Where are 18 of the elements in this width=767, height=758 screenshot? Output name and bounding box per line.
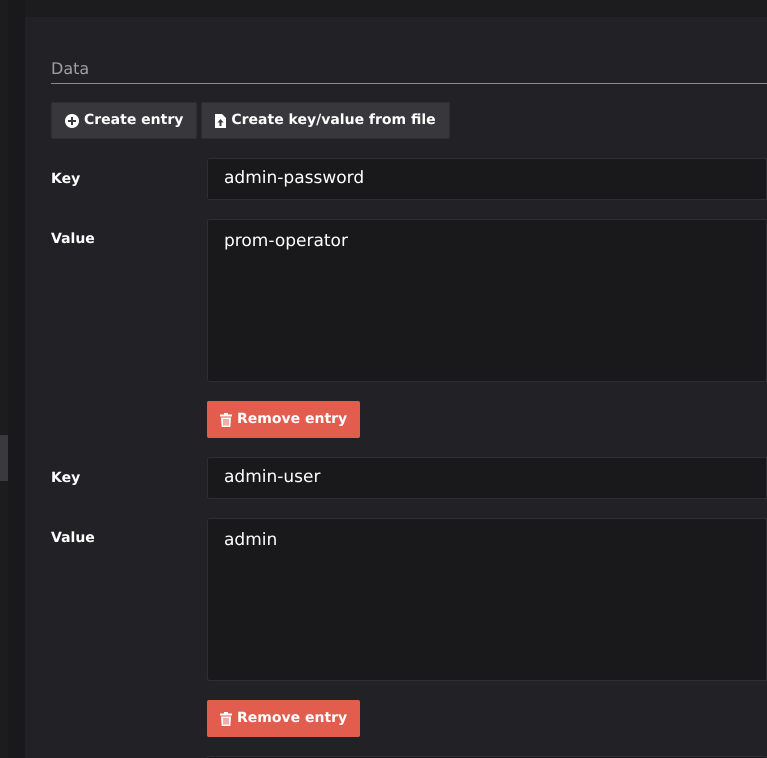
key-label: Key [51, 170, 82, 188]
create-from-file-button[interactable]: Create key/value from file [201, 102, 450, 139]
value-textarea[interactable]: prom-operator [207, 219, 767, 382]
trash-icon [220, 712, 232, 726]
remove-entry-button[interactable]: Remove entry [207, 401, 360, 438]
value-label: Value [51, 529, 96, 548]
create-entry-button[interactable]: Create entry [51, 102, 198, 139]
file-upload-icon [215, 114, 226, 128]
value-textarea[interactable]: admin [207, 518, 767, 681]
key-field[interactable]: admin-user [207, 457, 767, 499]
key-label: Key [51, 468, 82, 488]
section-title: Data [51, 59, 90, 78]
remove-entry-button[interactable]: Remove entry [207, 700, 360, 737]
plus-circle-icon [65, 114, 79, 128]
key-field[interactable]: admin-password [207, 158, 767, 200]
value-label: Value [51, 230, 96, 249]
trash-icon [220, 412, 232, 426]
scrollbar-thumb[interactable] [0, 435, 8, 481]
